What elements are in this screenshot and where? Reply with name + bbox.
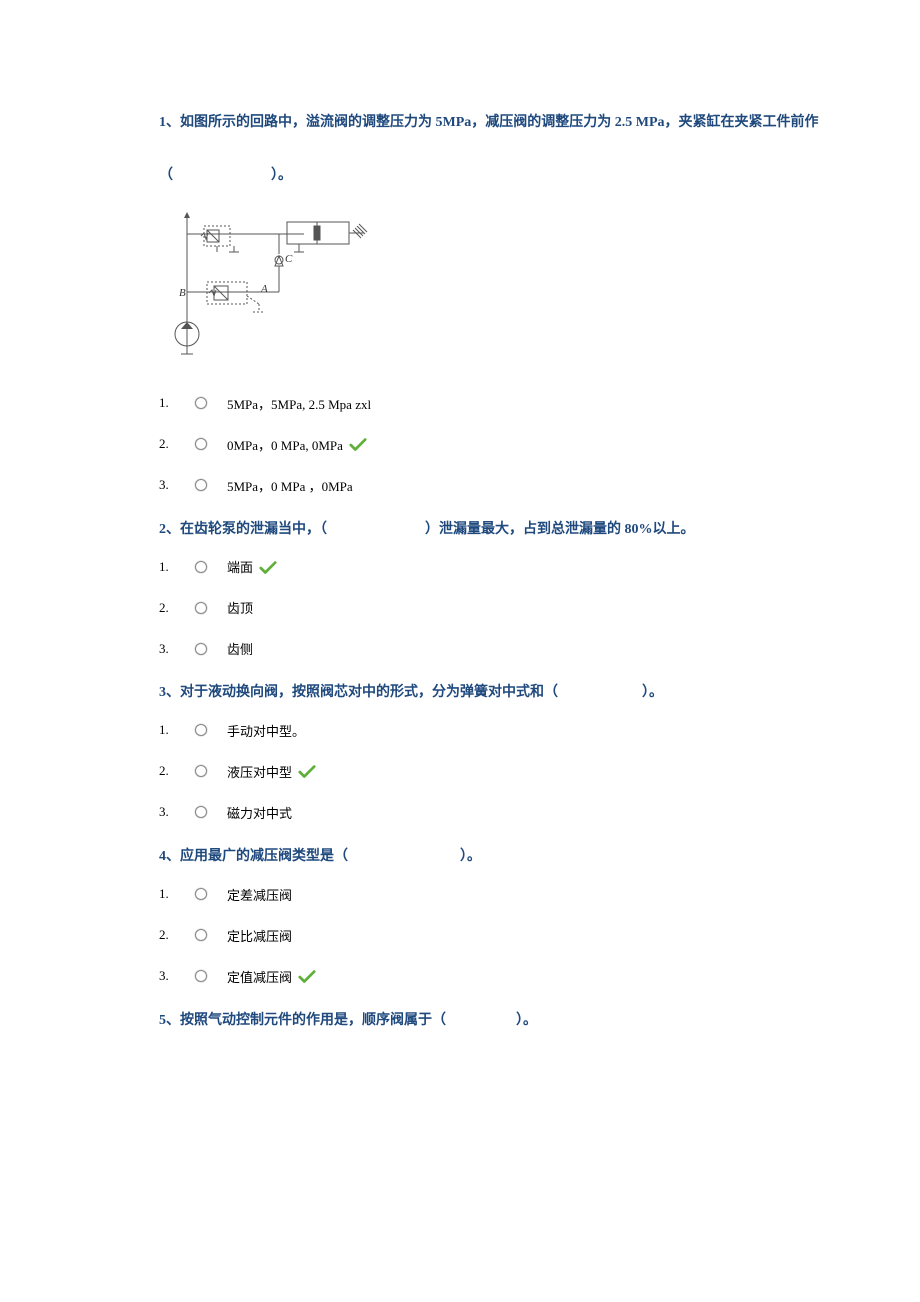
radio-icon[interactable] (195, 397, 207, 409)
option-text: 齿顶 (227, 598, 253, 617)
check-icon (349, 437, 365, 451)
option-number: 2. (159, 436, 195, 452)
option-number: 1. (159, 886, 195, 902)
option-text: 定比减压阀 (227, 926, 292, 945)
option-number: 2. (159, 927, 195, 943)
option-number: 1. (159, 559, 195, 575)
radio-icon[interactable] (195, 929, 207, 941)
radio-icon[interactable] (195, 724, 207, 736)
hydraulic-circuit-diagram: B A C (159, 204, 919, 374)
q4-option-1[interactable]: 1. 定差减压阀 (159, 885, 919, 904)
option-number: 3. (159, 641, 195, 657)
diagram-label-b: B (179, 287, 186, 299)
q4-option-3[interactable]: 3. 定值减压阀 (159, 967, 919, 986)
q3-option-3[interactable]: 3. 磁力对中式 (159, 803, 919, 822)
option-text: 定值减压阀 (227, 967, 292, 986)
question-4: 4、应用最广的减压阀类型是（ ）。 1. 定差减压阀 2. 定比减压阀 3. 定… (159, 844, 919, 986)
radio-icon[interactable] (195, 479, 207, 491)
option-number: 3. (159, 968, 195, 984)
option-text: 齿侧 (227, 639, 253, 658)
option-text: 定差减压阀 (227, 885, 292, 904)
option-number: 3. (159, 477, 195, 493)
option-text: 手动对中型。 (227, 721, 305, 740)
q1-line1: 1、如图所示的回路中，溢流阀的调整压力为 5MPa，减压阀的调整压力为 2.5 … (159, 115, 819, 130)
q4-option-2[interactable]: 2. 定比减压阀 (159, 926, 919, 945)
check-icon (298, 969, 314, 983)
q1-line2: （ ）。 (159, 168, 292, 183)
option-number: 1. (159, 722, 195, 738)
option-text: 5MPa，5MPa, 2.5 Mpa zxl (227, 394, 371, 413)
q3-option-1[interactable]: 1. 手动对中型。 (159, 721, 919, 740)
diagram-label-c: C (285, 253, 293, 265)
question-3: 3、对于液动换向阀，按照阀芯对中的形式，分为弹簧对中式和（ ）。 1. 手动对中… (159, 680, 919, 822)
q1-option-2[interactable]: 2. 0MPa，0 MPa, 0MPa (159, 435, 919, 454)
radio-icon[interactable] (195, 970, 207, 982)
question-3-prompt: 3、对于液动换向阀，按照阀芯对中的形式，分为弹簧对中式和（ ）。 (159, 680, 919, 707)
question-1-prompt: 1、如图所示的回路中，溢流阀的调整压力为 5MPa，减压阀的调整压力为 2.5 … (159, 110, 919, 190)
question-5: 5、按照气动控制元件的作用是，顺序阀属于（ ）。 (159, 1008, 919, 1035)
question-1: 1、如图所示的回路中，溢流阀的调整压力为 5MPa，减压阀的调整压力为 2.5 … (159, 110, 919, 495)
diagram-label-a: A (260, 283, 268, 295)
option-number: 2. (159, 763, 195, 779)
check-icon (298, 764, 314, 778)
q3-option-2[interactable]: 2. 液压对中型 (159, 762, 919, 781)
question-2: 2、在齿轮泵的泄漏当中，（ ）泄漏量最大，占到总泄漏量的 80%以上。 1. 端… (159, 517, 919, 659)
question-4-prompt: 4、应用最广的减压阀类型是（ ）。 (159, 844, 919, 871)
question-5-prompt: 5、按照气动控制元件的作用是，顺序阀属于（ ）。 (159, 1008, 919, 1035)
option-number: 1. (159, 395, 195, 411)
radio-icon[interactable] (195, 438, 207, 450)
radio-icon[interactable] (195, 602, 207, 614)
q2-option-2[interactable]: 2. 齿顶 (159, 598, 919, 617)
radio-icon[interactable] (195, 806, 207, 818)
check-icon (259, 560, 275, 574)
radio-icon[interactable] (195, 643, 207, 655)
option-text: 端面 (227, 557, 253, 576)
option-text: 5MPa，0 MPa ，0MPa (227, 476, 353, 495)
option-text: 磁力对中式 (227, 803, 292, 822)
radio-icon[interactable] (195, 888, 207, 900)
question-2-prompt: 2、在齿轮泵的泄漏当中，（ ）泄漏量最大，占到总泄漏量的 80%以上。 (159, 517, 919, 544)
q1-option-1[interactable]: 1. 5MPa，5MPa, 2.5 Mpa zxl (159, 394, 919, 413)
q2-option-1[interactable]: 1. 端面 (159, 557, 919, 576)
radio-icon[interactable] (195, 765, 207, 777)
q2-option-3[interactable]: 3. 齿侧 (159, 639, 919, 658)
option-text: 0MPa，0 MPa, 0MPa (227, 435, 343, 454)
radio-icon[interactable] (195, 561, 207, 573)
option-text: 液压对中型 (227, 762, 292, 781)
option-number: 3. (159, 804, 195, 820)
page-content: 1、如图所示的回路中，溢流阀的调整压力为 5MPa，减压阀的调整压力为 2.5 … (0, 0, 919, 1096)
q1-option-3[interactable]: 3. 5MPa，0 MPa ，0MPa (159, 476, 919, 495)
option-number: 2. (159, 600, 195, 616)
